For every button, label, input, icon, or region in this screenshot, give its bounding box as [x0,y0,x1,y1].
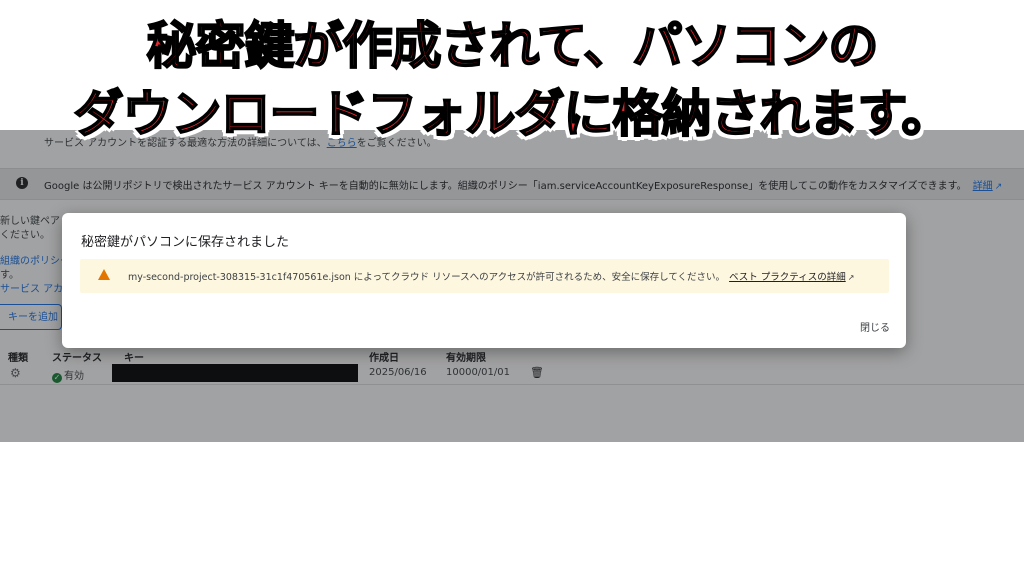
warning-message: my-second-project-308315-31c1f470561e.js… [128,272,726,283]
banner-line-2: ダウンロードフォルダに格納されます。 [73,84,953,144]
warning-callout: my-second-project-308315-31c1f470561e.js… [80,259,889,293]
private-key-saved-dialog: 秘密鍵がパソコンに保存されました my-second-project-30831… [62,213,906,348]
dialog-title: 秘密鍵がパソコンに保存されました [81,235,290,250]
warning-text: my-second-project-308315-31c1f470561e.js… [128,269,854,283]
close-button[interactable]: 閉じる [858,315,892,338]
best-practices-link[interactable]: ベスト プラクティスの詳細 [729,272,846,283]
warning-icon [98,269,110,280]
banner-line-1: 秘密鍵が作成されて、パソコンの [146,16,880,76]
external-link-icon: ↗ [847,273,855,282]
